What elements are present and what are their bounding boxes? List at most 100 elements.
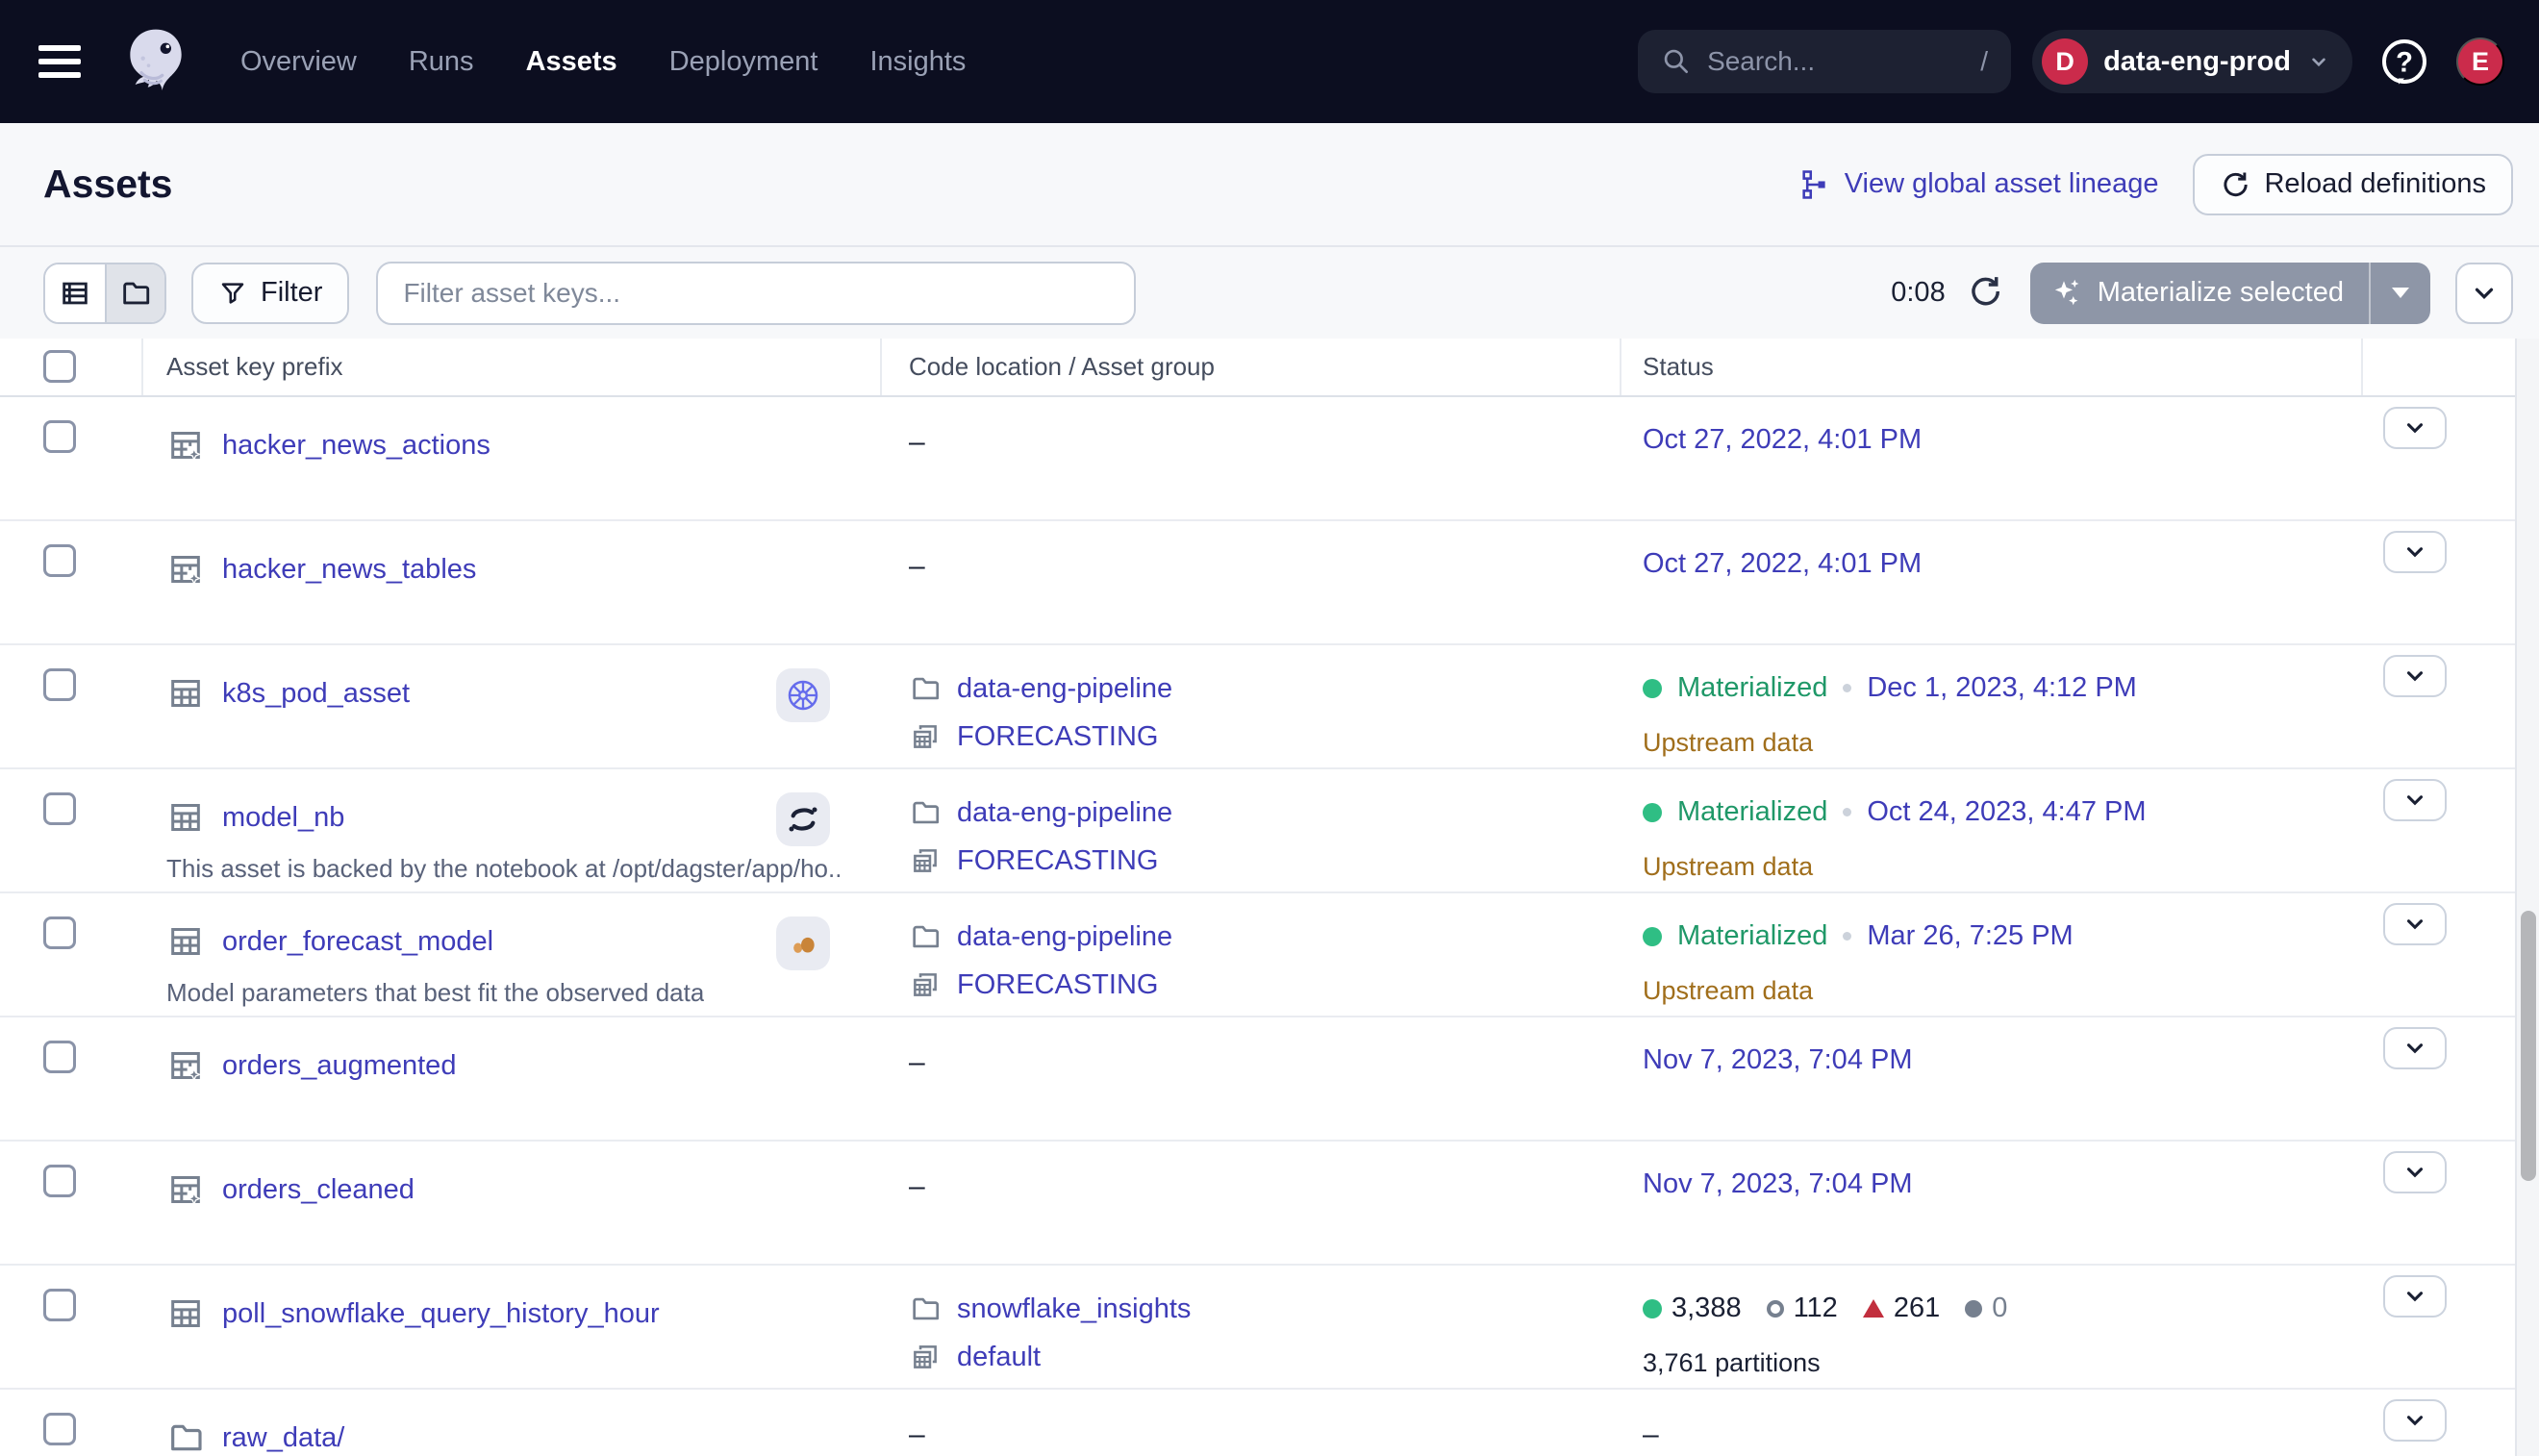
deployment-name: data-eng-prod (2103, 46, 2291, 78)
scrollbar-track[interactable] (2515, 339, 2539, 1456)
code-location-link[interactable]: snowflake_insights (957, 1293, 1191, 1325)
row-expand-button[interactable] (2383, 531, 2447, 573)
empty-code-location: – (909, 1170, 925, 1203)
row-expand-button[interactable] (2383, 1275, 2447, 1318)
asset-group-icon (909, 1341, 942, 1373)
table-sparkle-icon (166, 1170, 205, 1209)
materialization-date-link[interactable]: Oct 27, 2022, 4:01 PM (1643, 548, 1922, 580)
row-expand-button[interactable] (2383, 1027, 2447, 1069)
folder-icon (166, 1418, 205, 1456)
row-expand-button[interactable] (2383, 655, 2447, 697)
table-row: order_forecast_model Model parameters th… (0, 893, 2515, 1017)
materialize-selected-button[interactable]: Materialize selected (2030, 263, 2369, 324)
materialized-dot-icon (1643, 1299, 1662, 1318)
svg-text:?: ? (2396, 47, 2413, 78)
row-checkbox[interactable] (43, 668, 76, 701)
asset-group-link[interactable]: FORECASTING (957, 969, 1158, 1001)
row-expand-button[interactable] (2383, 407, 2447, 449)
table-icon (166, 1294, 205, 1333)
dagster-logo (117, 23, 194, 100)
deployment-switcher[interactable]: D data-eng-prod (2032, 30, 2352, 93)
filter-button[interactable]: Filter (191, 263, 349, 324)
materialization-date-link[interactable]: Mar 26, 7:25 PM (1867, 920, 2073, 952)
materialized-dot-icon (1643, 679, 1662, 698)
materialization-date-link[interactable]: Nov 7, 2023, 7:04 PM (1643, 1168, 1913, 1200)
asset-key-link[interactable]: orders_augmented (222, 1050, 456, 1082)
asset-key-link[interactable]: k8s_pod_asset (222, 678, 410, 710)
table-sparkle-icon (166, 550, 205, 589)
asset-key-link[interactable]: order_forecast_model (222, 926, 493, 958)
reload-definitions-button[interactable]: Reload definitions (2193, 154, 2513, 215)
partitions-label: 3,761 partitions (1643, 1348, 1821, 1378)
empty-code-location: – (909, 550, 925, 583)
nav-item-insights[interactable]: Insights (869, 46, 966, 78)
asset-group-link[interactable]: FORECASTING (957, 845, 1158, 877)
asset-key-link[interactable]: poll_snowflake_query_history_hour (222, 1298, 660, 1330)
asset-group-link[interactable]: default (957, 1342, 1041, 1373)
row-expand-button[interactable] (2383, 779, 2447, 821)
overdue-count: 0 (1992, 1293, 2007, 1324)
user-avatar[interactable]: E (2456, 38, 2504, 86)
code-location-link[interactable]: data-eng-pipeline (957, 673, 1172, 705)
nav-item-deployment[interactable]: Deployment (669, 46, 818, 78)
global-search[interactable]: Search... / (1638, 30, 2011, 93)
failed-count: 261 (1894, 1293, 1940, 1324)
row-checkbox[interactable] (43, 1289, 76, 1321)
row-expand-button[interactable] (2383, 1151, 2447, 1193)
asset-group-icon (909, 720, 942, 753)
empty-code-location: – (909, 1418, 925, 1451)
folder-view-button[interactable] (105, 264, 164, 322)
chevron-down-icon (2402, 1036, 2427, 1061)
row-checkbox[interactable] (43, 1041, 76, 1073)
filter-asset-keys-input[interactable] (376, 262, 1136, 325)
materialization-date-link[interactable]: Dec 1, 2023, 4:12 PM (1867, 672, 2137, 704)
dagster-assets-page: Overview Runs Assets Deployment Insights… (0, 0, 2539, 1456)
row-checkbox[interactable] (43, 544, 76, 577)
page-title: Assets (43, 162, 172, 207)
view-global-asset-lineage-link[interactable]: View global asset lineage (1798, 168, 2159, 201)
materialization-date-link[interactable]: Nov 7, 2023, 7:04 PM (1643, 1044, 1913, 1076)
select-all-checkbox[interactable] (43, 350, 76, 383)
asset-group-link[interactable]: FORECASTING (957, 721, 1158, 753)
chevron-down-icon (2306, 49, 2331, 74)
row-checkbox[interactable] (43, 420, 76, 453)
more-actions-button[interactable] (2455, 263, 2513, 324)
chevron-down-icon (2402, 1284, 2427, 1309)
top-nav: Overview Runs Assets Deployment Insights… (0, 0, 2539, 123)
code-location-link[interactable]: data-eng-pipeline (957, 921, 1172, 953)
row-checkbox[interactable] (43, 1413, 76, 1445)
asset-key-link[interactable]: orders_cleaned (222, 1174, 415, 1206)
empty-code-location: – (909, 1046, 925, 1079)
materialization-date-link[interactable]: Oct 27, 2022, 4:01 PM (1643, 424, 1922, 456)
column-asset-key-prefix: Asset key prefix (166, 352, 343, 382)
plotly-badge (776, 916, 830, 970)
row-expand-button[interactable] (2383, 1399, 2447, 1442)
row-expand-button[interactable] (2383, 903, 2447, 945)
asset-key-link[interactable]: raw_data/ (222, 1422, 344, 1454)
nav-item-overview[interactable]: Overview (240, 46, 357, 78)
row-checkbox[interactable] (43, 1165, 76, 1197)
nav-item-assets[interactable]: Assets (526, 46, 617, 78)
row-checkbox[interactable] (43, 916, 76, 949)
code-location-link[interactable]: data-eng-pipeline (957, 797, 1172, 829)
materialize-options-button[interactable] (2371, 263, 2430, 324)
asset-key-link[interactable]: hacker_news_tables (222, 554, 476, 586)
asset-group-icon (909, 720, 942, 753)
refresh-countdown: 0:08 (1891, 277, 1945, 309)
help-button[interactable]: ? (2377, 35, 2431, 88)
refresh-button[interactable] (1965, 273, 2005, 314)
menu-button[interactable] (38, 45, 81, 78)
row-checkbox[interactable] (43, 792, 76, 825)
asset-rows: hacker_news_actions – Oct 27, 2022, 4:01… (0, 397, 2515, 1456)
asset-key-link[interactable]: hacker_news_actions (222, 430, 490, 462)
materialization-date-link[interactable]: Oct 24, 2023, 4:47 PM (1867, 796, 2146, 828)
table-icon (166, 674, 205, 713)
chevron-down-icon (2402, 1408, 2427, 1433)
flat-view-button[interactable] (45, 264, 105, 322)
primary-nav: Overview Runs Assets Deployment Insights (240, 46, 966, 78)
scrollbar-thumb[interactable] (2521, 911, 2536, 1181)
materialized-label: Materialized (1677, 796, 1827, 828)
plotly-icon (784, 924, 822, 963)
nav-item-runs[interactable]: Runs (409, 46, 474, 78)
asset-key-link[interactable]: model_nb (222, 802, 344, 834)
